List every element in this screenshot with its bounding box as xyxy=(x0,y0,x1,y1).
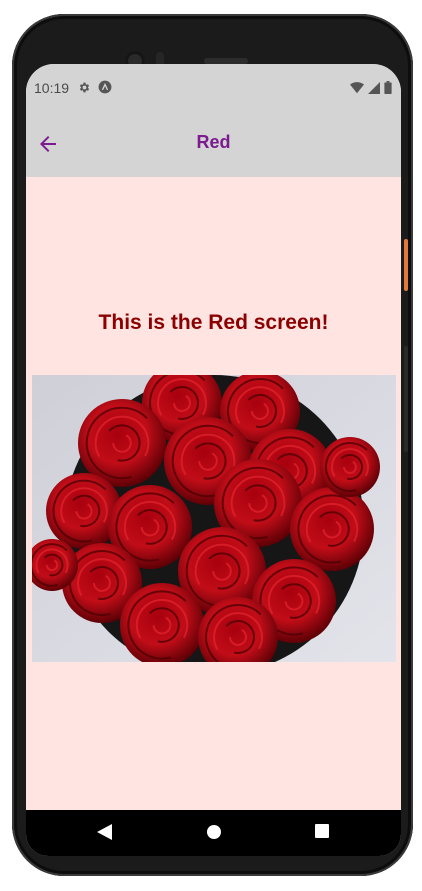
volume-button xyxy=(404,346,408,452)
power-button xyxy=(404,239,408,291)
status-bar: 10:19 xyxy=(26,64,401,110)
signal-icon xyxy=(368,81,380,94)
battery-icon xyxy=(384,81,392,94)
app-bar: Red xyxy=(26,110,401,177)
screen-heading: This is the Red screen! xyxy=(98,311,329,334)
roses-image xyxy=(32,375,396,662)
gear-icon xyxy=(79,82,90,92)
page-title: Red xyxy=(196,132,231,152)
wifi-icon xyxy=(350,81,364,93)
back-triangle-icon[interactable] xyxy=(97,824,112,840)
recents-square-icon[interactable] xyxy=(315,824,329,838)
status-icons-left xyxy=(78,80,112,94)
device-screen: 10:19 Red This is the Red screen! xyxy=(26,64,401,856)
home-circle-icon[interactable] xyxy=(206,824,222,840)
system-nav-bar xyxy=(26,810,401,856)
status-icons-right xyxy=(350,81,392,94)
app-notification-icon xyxy=(98,80,112,94)
status-time: 10:19 xyxy=(34,80,70,96)
